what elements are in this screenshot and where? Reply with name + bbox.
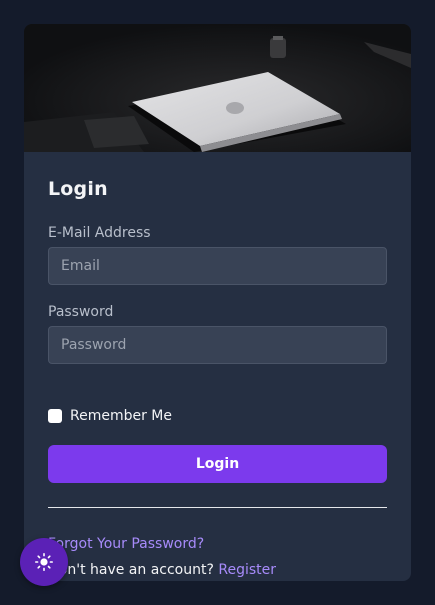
laptop-photo	[24, 24, 411, 152]
register-link[interactable]: Register	[218, 562, 276, 578]
no-account-text: Don't have an account?	[48, 562, 219, 578]
remember-label: Remember Me	[70, 408, 172, 424]
divider	[48, 507, 387, 508]
email-label: E-Mail Address	[48, 225, 151, 241]
email-field[interactable]	[48, 247, 387, 285]
remember-me[interactable]: Remember Me	[48, 408, 172, 424]
remember-checkbox[interactable]	[48, 409, 62, 423]
login-button[interactable]: Login	[48, 445, 387, 483]
password-field[interactable]	[48, 326, 387, 364]
register-prompt: Don't have an account? Register	[48, 562, 276, 578]
page-title: Login	[48, 178, 108, 200]
forgot-password-link[interactable]: Forgot Your Password?	[48, 536, 204, 552]
sun-icon	[35, 553, 53, 571]
password-label: Password	[48, 304, 114, 320]
theme-toggle-button[interactable]	[20, 538, 68, 586]
hero-image	[24, 24, 411, 152]
login-card: Login E-Mail Address Password Remember M…	[24, 24, 411, 581]
